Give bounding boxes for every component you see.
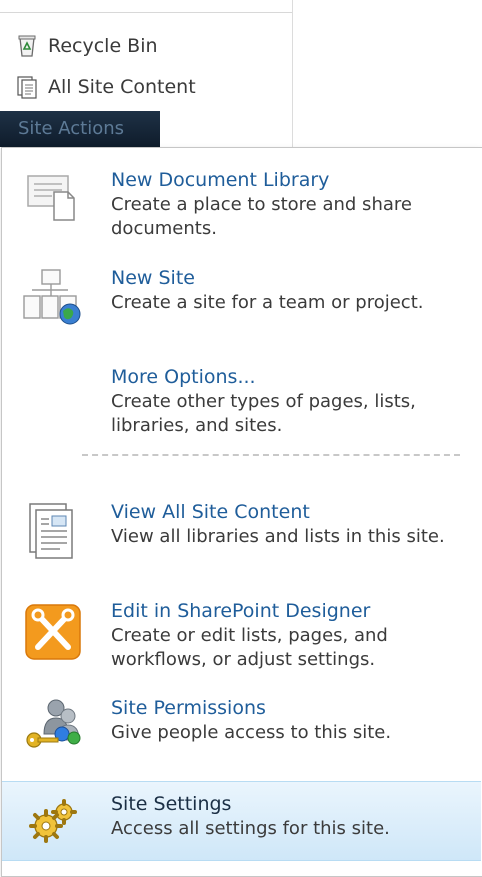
menu-item-new-document-library[interactable]: New Document Library Create a place to s… <box>2 160 481 246</box>
menu-item-description: Create a place to store and share docume… <box>111 194 412 239</box>
menu-item-new-site[interactable]: New Site Create a site for a team or pro… <box>2 258 481 344</box>
all-site-content-label: All Site Content <box>48 76 196 98</box>
menu-item-description: Create or edit lists, pages, and workflo… <box>111 625 388 670</box>
quick-launch-all-site-content[interactable]: All Site Content <box>15 73 196 101</box>
recycle-bin-icon <box>15 34 39 58</box>
site-content-icon <box>15 75 39 99</box>
menu-item-title: New Document Library <box>111 169 330 191</box>
menu-item-title: New Site <box>111 267 195 289</box>
menu-item-title: Site Settings <box>111 793 232 815</box>
menu-item-view-all-site-content[interactable]: View All Site Content View all libraries… <box>2 492 481 578</box>
permissions-icon <box>22 694 84 756</box>
settings-gears-icon <box>22 790 84 852</box>
document-library-icon <box>22 168 84 230</box>
menu-item-description: Create other types of pages, lists, libr… <box>111 391 416 436</box>
menu-item-title: View All Site Content <box>111 501 310 523</box>
menu-item-site-permissions[interactable]: Site Permissions Give people access to t… <box>2 690 481 770</box>
new-site-icon <box>22 266 84 328</box>
menu-item-description: View all libraries and lists in this sit… <box>111 526 445 547</box>
menu-separator <box>82 454 460 456</box>
site-actions-button[interactable]: Site Actions <box>0 111 160 147</box>
menu-item-title: More Options... <box>111 366 256 388</box>
menu-item-description: Access all settings for this site. <box>111 818 390 839</box>
menu-item-site-settings[interactable]: Site Settings Access all settings for th… <box>2 781 481 861</box>
menu-item-description: Create a site for a team or project. <box>111 292 424 313</box>
menu-item-edit-in-sharepoint-designer[interactable]: Edit in SharePoint Designer Create or ed… <box>2 591 481 677</box>
menu-item-title: Site Permissions <box>111 697 266 719</box>
sharepoint-designer-icon <box>22 601 84 663</box>
quick-launch-recycle-bin[interactable]: Recycle Bin <box>15 32 158 60</box>
menu-item-more-options[interactable]: More Options... Create other types of pa… <box>2 357 481 443</box>
recycle-bin-label: Recycle Bin <box>48 35 158 57</box>
view-content-icon <box>22 500 84 562</box>
divider <box>0 12 292 13</box>
menu-item-description: Give people access to this site. <box>111 722 392 743</box>
menu-item-title: Edit in SharePoint Designer <box>111 600 371 622</box>
site-actions-menu: New Document Library Create a place to s… <box>1 147 482 877</box>
